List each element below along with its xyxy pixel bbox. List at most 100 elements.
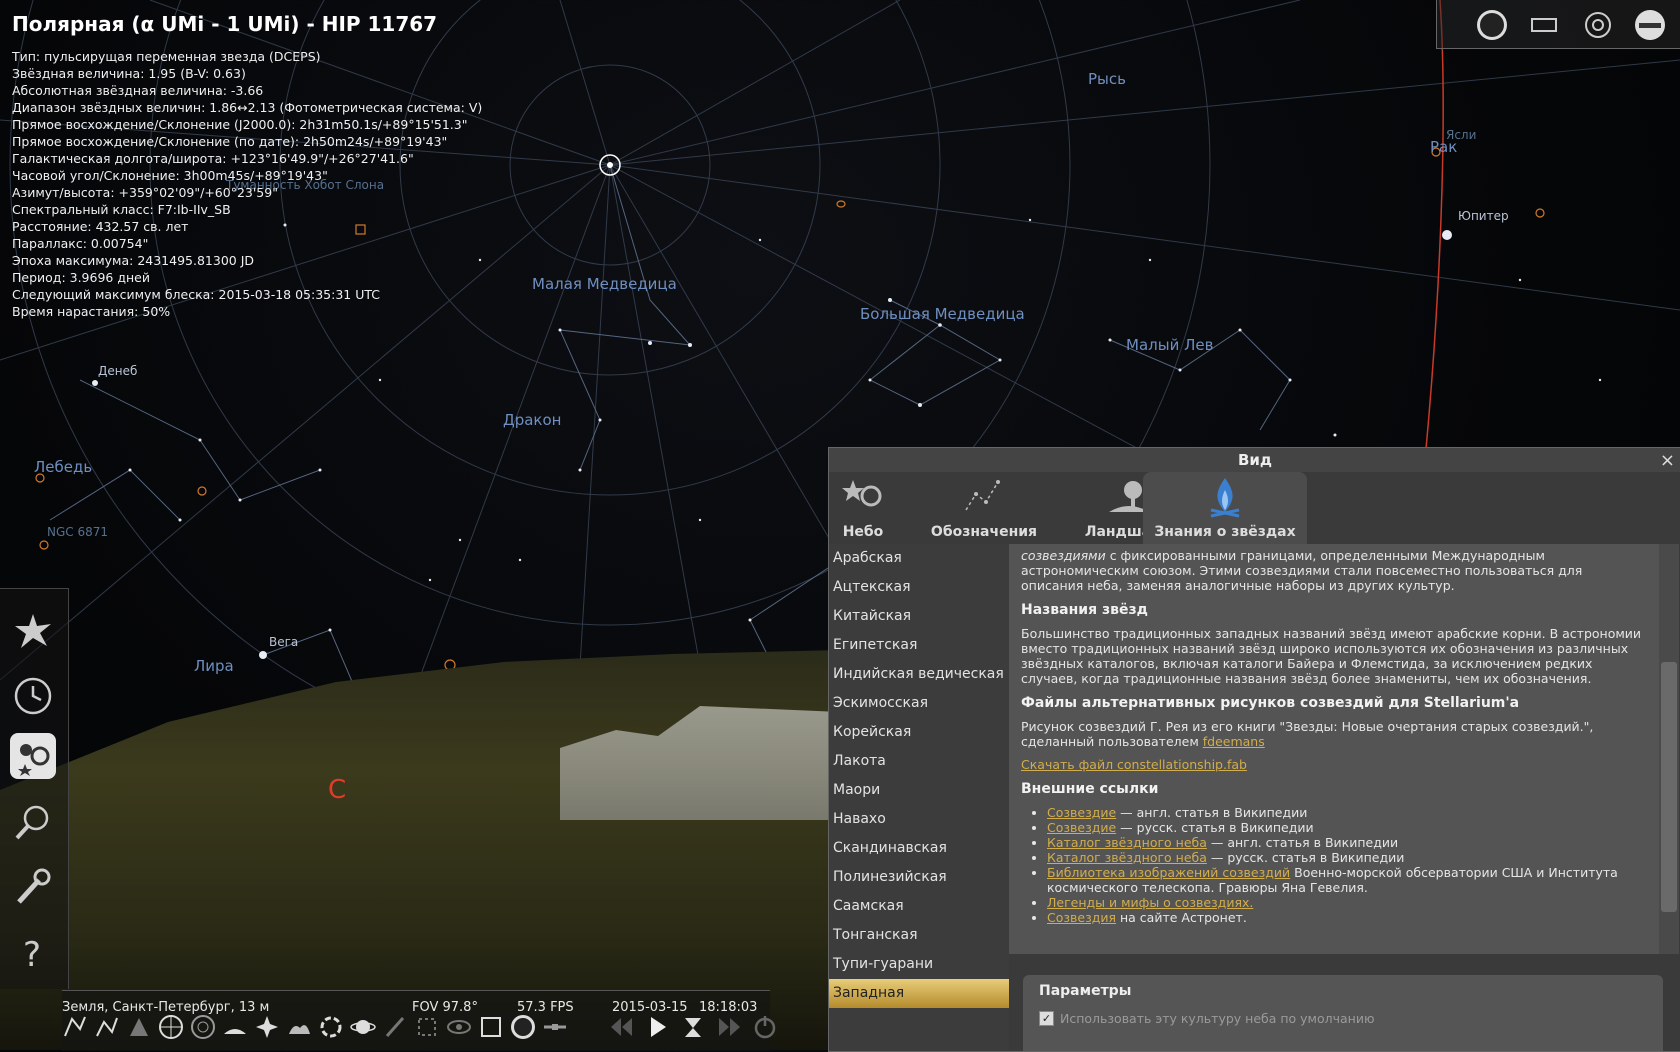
default-culture-option[interactable]: ✓ Использовать эту культуру неба по умол…	[1039, 1011, 1374, 1026]
link-note: на сайте Астронет.	[1116, 910, 1247, 925]
link-note: — англ. статья в Википедии	[1116, 805, 1308, 820]
constellation-art-icon[interactable]	[126, 1014, 152, 1040]
cardinal-points-icon[interactable]	[254, 1014, 280, 1040]
info-line: Абсолютная звёздная величина: -3.66	[12, 83, 264, 98]
info-line: Период: 3.9696 дней	[12, 270, 150, 285]
fullscreen-icon[interactable]	[478, 1014, 504, 1040]
list-item[interactable]: Китайская	[829, 602, 1009, 631]
external-link[interactable]: Легенды и мифы о созвездиях.	[1047, 895, 1253, 910]
list-item[interactable]: Египетская	[829, 631, 1009, 660]
default-culture-checkbox[interactable]: ✓	[1039, 1011, 1054, 1026]
list-item[interactable]: Лакота	[829, 747, 1009, 776]
compass-north: С	[328, 775, 347, 805]
paragraph: Большинство традиционных западных назван…	[1021, 626, 1642, 686]
constellation-label: Малый Лев	[1126, 336, 1214, 354]
view-button[interactable]	[10, 733, 56, 779]
sky-view-icon	[18, 744, 50, 776]
search-icon	[15, 805, 49, 840]
bottom-button-row	[62, 1014, 568, 1040]
external-link[interactable]: Созвездие	[1047, 805, 1116, 820]
tab-label: Обозначения	[930, 524, 1038, 540]
info-line: Часовой угол/Склонение: 3h00m45s/+89°19'…	[12, 168, 328, 183]
list-item[interactable]: Тонганская	[829, 921, 1009, 950]
link-note: — русск. статья в Википедии	[1116, 820, 1314, 835]
external-link[interactable]: Каталог звёздного неба	[1047, 835, 1207, 850]
constellation-labels-icon[interactable]	[94, 1014, 120, 1040]
list-item[interactable]: Навахо	[829, 805, 1009, 834]
play-icon[interactable]	[644, 1014, 670, 1040]
rewind-icon[interactable]	[608, 1014, 634, 1040]
info-line: Тип: пульсирущая переменная звезда (DCEP…	[12, 49, 321, 64]
center-selected-icon[interactable]	[414, 1014, 440, 1040]
download-link[interactable]: Скачать файл constellationship.fab	[1021, 757, 1247, 772]
tab-markings[interactable]: Обозначения	[909, 472, 1059, 544]
list-item[interactable]: Ацтекская	[829, 573, 1009, 602]
author-link[interactable]: fdeemans	[1203, 734, 1265, 749]
list-item[interactable]: Маори	[829, 776, 1009, 805]
azimuthal-grid-icon[interactable]	[190, 1014, 216, 1040]
equatorial-mount-icon[interactable]	[382, 1014, 408, 1040]
list-item[interactable]: Полинезийская	[829, 863, 1009, 892]
external-link[interactable]: Созвездия	[1047, 910, 1116, 925]
ocular-icon[interactable]	[1633, 8, 1667, 42]
satellites-icon[interactable]	[542, 1014, 568, 1040]
fps-status: 57.3 FPS	[517, 1000, 574, 1015]
description-scrollbar[interactable]	[1659, 544, 1679, 954]
external-link[interactable]: Библиотека изображений созвездий	[1047, 865, 1290, 880]
window-mode-icon[interactable]	[1527, 8, 1561, 42]
constellation-label: Рысь	[1088, 70, 1126, 88]
atmosphere-icon[interactable]	[286, 1014, 312, 1040]
culture-list: Арабская Ацтекская Китайская Египетская …	[829, 544, 1009, 1051]
star-label: Ясли	[1446, 128, 1477, 142]
wrench-icon	[17, 868, 51, 904]
star-label: Вега	[269, 635, 299, 649]
scrollbar-thumb[interactable]	[1661, 662, 1677, 912]
telescope-target-icon[interactable]	[1581, 8, 1615, 42]
fullscreen-toggle-icon[interactable]	[1475, 8, 1509, 42]
list-item[interactable]: Саамская	[829, 892, 1009, 921]
equatorial-grid-icon[interactable]	[158, 1014, 184, 1040]
tab-sky[interactable]: Небо	[833, 472, 893, 544]
left-toolbar: ?	[0, 588, 69, 989]
campfire-icon	[1210, 478, 1240, 518]
close-icon[interactable]: ×	[1660, 450, 1675, 471]
help-icon: ?	[23, 935, 41, 972]
real-time-icon[interactable]	[680, 1014, 706, 1040]
location-button[interactable]	[10, 609, 56, 655]
tab-starlore[interactable]: Знания о звёздах	[1143, 472, 1307, 544]
list-item[interactable]: Арабская	[829, 544, 1009, 573]
list-item[interactable]: Индийская ведическая	[829, 660, 1009, 689]
constellation-label: Лира	[194, 657, 234, 675]
constellation-label: Малая Медведица	[532, 275, 677, 293]
external-link[interactable]: Каталог звёздного неба	[1047, 850, 1207, 865]
top-right-toolbar	[1436, 0, 1680, 49]
settings-button[interactable]	[10, 863, 56, 909]
ocular-view-icon[interactable]	[510, 1014, 536, 1040]
planets-icon[interactable]	[350, 1014, 376, 1040]
info-line: Эпоха максимума: 2431495.81300 JD	[12, 253, 255, 268]
constellation-label: Лебедь	[34, 458, 93, 476]
info-line: Звёздная величина: 1.95 (B-V: 0.63)	[12, 66, 246, 81]
ground-icon[interactable]	[222, 1014, 248, 1040]
time-status: 18:18:03	[699, 1000, 758, 1015]
parameters-panel: Параметры ✓ Использовать эту культуру не…	[1023, 975, 1663, 1051]
time-button[interactable]	[10, 673, 56, 719]
tab-label: Знания о звёздах	[1154, 524, 1296, 540]
tab-label: Небо	[842, 524, 884, 540]
night-mode-icon[interactable]	[446, 1014, 472, 1040]
constellation-lines-icon[interactable]	[62, 1014, 88, 1040]
svg-text:?: ?	[23, 935, 41, 972]
list-item[interactable]: Корейская	[829, 718, 1009, 747]
list-item-selected[interactable]: Западная	[829, 979, 1009, 1008]
intro-text: с фиксированными границами, определенным…	[1021, 548, 1583, 593]
search-button[interactable]	[10, 799, 56, 845]
quit-icon[interactable]	[752, 1014, 778, 1040]
fast-forward-icon[interactable]	[716, 1014, 742, 1040]
nebulae-icon[interactable]	[318, 1014, 344, 1040]
help-button[interactable]: ?	[10, 929, 56, 975]
external-link[interactable]: Созвездие	[1047, 820, 1116, 835]
info-line: Расстояние: 432.57 св. лет	[12, 219, 189, 234]
list-item[interactable]: Эскимосская	[829, 689, 1009, 718]
list-item[interactable]: Скандинавская	[829, 834, 1009, 863]
list-item[interactable]: Тупи-гуарани	[829, 950, 1009, 979]
